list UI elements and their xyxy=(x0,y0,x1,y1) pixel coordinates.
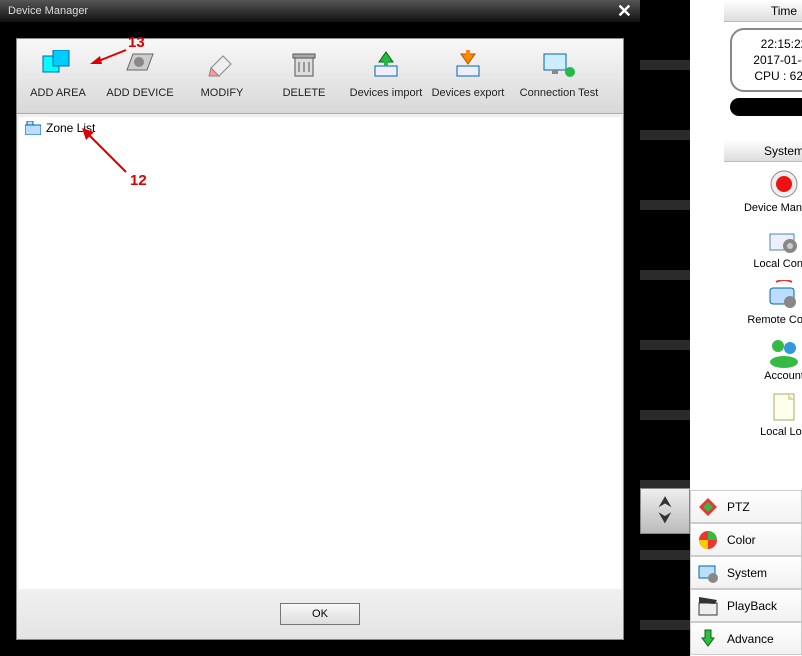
dialog-title: Device Manager xyxy=(8,5,88,17)
tab-label: PlayBack xyxy=(727,599,777,613)
monitor-icon xyxy=(541,47,577,83)
time-box: 22:15:22 2017-01-05 CPU : 62% xyxy=(730,28,802,92)
time-header: Time xyxy=(724,0,802,22)
tab-label: System xyxy=(727,566,767,580)
zone-tree[interactable]: Zone List xyxy=(19,117,621,589)
clock-time: 22:15:22 xyxy=(738,36,802,52)
add-area-icon xyxy=(40,47,76,83)
eraser-icon xyxy=(204,47,240,83)
time-panel: Time 22:15:22 2017-01-05 CPU : 62% xyxy=(724,0,802,122)
tab-ptz[interactable]: PTZ xyxy=(690,490,802,523)
background-stripe xyxy=(640,0,690,656)
remote-icon xyxy=(766,280,802,312)
dialog-bottom-bar: OK xyxy=(17,589,623,639)
right-tabs: PTZ Color System PlayBack Advance xyxy=(690,490,802,655)
sidebar-item-label: Local Config xyxy=(724,258,802,270)
chevron-down-icon: ⮟ xyxy=(658,511,672,527)
scroll-updown[interactable]: ⮝ ⮟ xyxy=(640,488,690,534)
toolbar-label: Connection Test xyxy=(520,87,599,99)
device-manager-dialog: Device Manager ✕ ADD AREA ADD DEVICE xyxy=(0,0,640,656)
sidebar-item-label: Account xyxy=(724,370,802,382)
zone-icon xyxy=(25,121,41,135)
close-icon[interactable]: ✕ xyxy=(617,4,632,18)
dialog-titlebar: Device Manager ✕ xyxy=(0,0,640,22)
sidebar-item-device-manager[interactable]: Device Manager xyxy=(724,162,802,218)
sidebar-item-label: Remote Config xyxy=(724,314,802,326)
delete-button[interactable]: DELETE xyxy=(263,45,345,113)
toolbar-label: Devices export xyxy=(432,87,505,99)
clock-date: 2017-01-05 xyxy=(738,52,802,68)
system-panel: System Device Manager Local Config Remot… xyxy=(724,140,802,442)
gear-icon xyxy=(697,562,719,584)
clapper-icon xyxy=(697,595,719,617)
sidebar-item-local-log[interactable]: Local Log xyxy=(724,386,802,442)
tab-label: Advance xyxy=(727,632,774,646)
cpu-usage: CPU : 62% xyxy=(738,68,802,84)
annotation-12: 12 xyxy=(130,172,147,189)
ptz-icon xyxy=(697,496,719,518)
toolbar-label: MODIFY xyxy=(201,87,244,99)
toolbar-label: ADD AREA xyxy=(30,87,86,99)
tab-system[interactable]: System xyxy=(690,556,802,589)
tab-playback[interactable]: PlayBack xyxy=(690,589,802,622)
gear-folder-icon xyxy=(766,224,802,256)
sidebar-item-account[interactable]: Account xyxy=(724,330,802,386)
tab-color[interactable]: Color xyxy=(690,523,802,556)
connection-test-button[interactable]: Connection Test xyxy=(509,45,609,113)
import-icon xyxy=(368,47,404,83)
toolbar-label: DELETE xyxy=(283,87,326,99)
chevron-up-icon: ⮝ xyxy=(658,495,672,511)
record-button-icon xyxy=(766,168,802,200)
annotation-arrow-12 xyxy=(80,126,130,176)
sidebar-item-local-config[interactable]: Local Config xyxy=(724,218,802,274)
annotation-13: 13 xyxy=(128,34,145,51)
color-icon xyxy=(697,529,719,551)
sidebar-item-label: Device Manager xyxy=(724,202,802,214)
ok-button[interactable]: OK xyxy=(280,603,360,625)
tab-label: PTZ xyxy=(727,500,750,514)
tab-label: Color xyxy=(727,533,756,547)
modify-button[interactable]: MODIFY xyxy=(181,45,263,113)
document-icon xyxy=(766,392,802,424)
sidebar-item-remote-config[interactable]: Remote Config xyxy=(724,274,802,330)
annotation-arrow-13 xyxy=(90,46,130,66)
sidebar-item-label: Local Log xyxy=(724,426,802,438)
tab-advance[interactable]: Advance xyxy=(690,622,802,655)
devices-import-button[interactable]: Devices import xyxy=(345,45,427,113)
devices-export-button[interactable]: Devices export xyxy=(427,45,509,113)
users-icon xyxy=(766,336,802,368)
toolbar-label: Devices import xyxy=(350,87,423,99)
export-icon xyxy=(450,47,486,83)
trash-icon xyxy=(286,47,322,83)
system-header: System xyxy=(724,140,802,162)
download-icon xyxy=(697,628,719,650)
recording-indicator xyxy=(730,98,802,116)
toolbar-label: ADD DEVICE xyxy=(106,87,173,99)
add-area-button[interactable]: ADD AREA xyxy=(17,45,99,113)
